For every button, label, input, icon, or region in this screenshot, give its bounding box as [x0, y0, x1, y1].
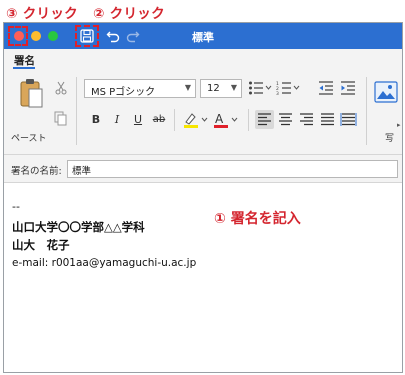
signature-line-dash: --	[12, 200, 20, 213]
picture-label: 写	[385, 134, 395, 144]
picture-icon[interactable]	[374, 81, 398, 103]
font-size-value: 12	[207, 83, 220, 94]
align-center-button[interactable]	[276, 110, 295, 129]
signature-line-email: e-mail: r001aa@yamaguchi-u.ac.jp	[12, 257, 197, 269]
increase-indent-icon[interactable]	[340, 80, 356, 96]
strikethrough-button[interactable]: ab	[150, 111, 168, 129]
justify-button[interactable]	[318, 110, 337, 129]
ribbon-separator	[174, 109, 175, 131]
title-bar: 標準	[4, 23, 402, 49]
window-title: 標準	[192, 31, 214, 44]
signature-line-name: 山大 花子	[12, 238, 70, 252]
chevron-down-icon: ▼	[184, 83, 191, 92]
distributed-button[interactable]	[339, 110, 358, 129]
underline-button[interactable]: U	[129, 111, 147, 129]
svg-text:A: A	[215, 112, 224, 126]
signature-editor-window: 標準 署名 ペースト MS Pゴシック ▼ 12 ▼ 1 2 3 B I U a…	[3, 22, 403, 373]
font-name-select[interactable]: MS Pゴシック ▼	[84, 79, 196, 98]
bullet-list-icon[interactable]	[248, 80, 272, 96]
signature-name-row: 署名の名前: 標準	[4, 155, 402, 183]
annotation-step1: ① 署名を記入	[214, 211, 301, 227]
align-right-icon	[300, 113, 313, 126]
bold-button[interactable]: B	[87, 111, 105, 129]
font-size-select[interactable]: 12 ▼	[200, 79, 242, 98]
ribbon-toolbar: ペースト MS Pゴシック ▼ 12 ▼ 1 2 3 B I U ab A 写 …	[4, 69, 402, 155]
highlight-color-icon[interactable]	[182, 111, 210, 129]
tab-signature[interactable]: 署名	[14, 53, 35, 68]
ribbon-tabs: 署名	[4, 49, 402, 69]
align-center-icon	[279, 113, 292, 126]
decrease-indent-icon[interactable]	[318, 80, 334, 96]
font-name-value: MS Pゴシック	[91, 87, 156, 98]
numbered-list-icon[interactable]: 1 2 3	[276, 80, 300, 96]
signature-name-input[interactable]: 標準	[67, 160, 398, 178]
paste-label: ペースト	[11, 134, 47, 144]
copy-icon[interactable]	[54, 111, 68, 127]
ribbon-separator	[76, 77, 77, 145]
signature-name-label: 署名の名前:	[11, 166, 62, 177]
chevron-down-icon: ▼	[230, 83, 237, 92]
cut-icon[interactable]	[54, 81, 68, 95]
font-color-icon[interactable]: A	[212, 111, 240, 129]
signature-body-editor[interactable]: -- 山口大学〇〇学部△△学科 山大 花子 e-mail: r001aa@yam…	[4, 183, 402, 372]
paste-icon[interactable]	[18, 77, 44, 111]
signature-line-affiliation: 山口大学〇〇学部△△学科	[12, 220, 145, 234]
ribbon-overflow-icon[interactable]: ▸	[397, 121, 401, 129]
align-left-icon	[258, 113, 271, 126]
ribbon-separator	[248, 109, 249, 131]
align-left-button[interactable]	[255, 110, 274, 129]
italic-button[interactable]: I	[108, 111, 126, 129]
annotation-step2: ② クリック	[92, 6, 165, 22]
svg-text:3: 3	[276, 91, 279, 96]
annotation-step3: ③ クリック	[6, 6, 78, 22]
distributed-icon	[340, 113, 357, 126]
annotation-steps: ③ クリック ② クリック	[6, 2, 165, 22]
ribbon-separator	[366, 77, 367, 145]
justify-icon	[321, 113, 334, 126]
align-right-button[interactable]	[297, 110, 316, 129]
